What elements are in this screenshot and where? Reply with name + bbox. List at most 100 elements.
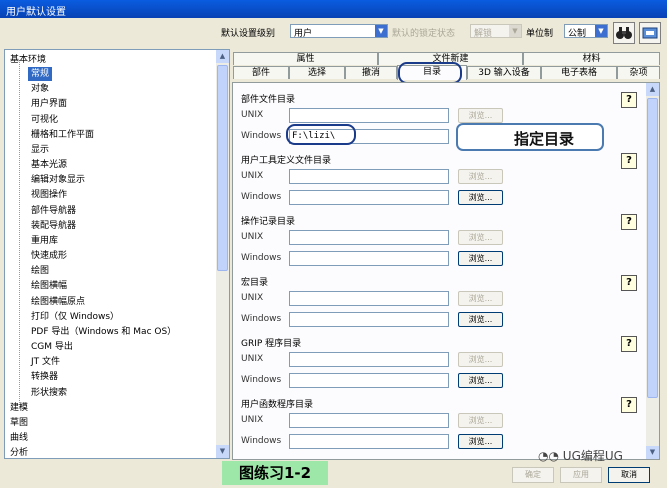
browse-button[interactable]: 浏览... bbox=[458, 190, 503, 205]
windows-path-field[interactable] bbox=[289, 373, 449, 388]
scroll-down-icon[interactable]: ▼ bbox=[646, 446, 659, 459]
settings-icon bbox=[642, 27, 658, 39]
help-icon[interactable]: ? bbox=[621, 275, 637, 291]
help-icon[interactable]: ? bbox=[621, 153, 637, 169]
tree-item[interactable]: 常规 bbox=[28, 67, 53, 81]
tree-item[interactable]: 重用库 bbox=[31, 234, 58, 248]
windows-path-field[interactable] bbox=[289, 251, 449, 266]
tree-item[interactable]: 快速成形 bbox=[31, 249, 67, 263]
windows-path-field[interactable] bbox=[289, 312, 449, 327]
tree-item[interactable]: 用户界面 bbox=[31, 97, 67, 111]
tree-item[interactable]: CGM 导出 bbox=[31, 340, 73, 354]
chat-icon: ◔◔ bbox=[538, 449, 559, 463]
tab-spreadsheet[interactable]: 电子表格 bbox=[541, 66, 617, 79]
window-title: 用户默认设置 bbox=[6, 7, 66, 18]
binoculars-icon bbox=[616, 27, 632, 39]
windows-path-field[interactable] bbox=[289, 434, 449, 449]
apply-button: 应用 bbox=[560, 467, 602, 483]
tree-item[interactable]: 形状搜索 bbox=[31, 386, 67, 400]
scroll-down-icon[interactable]: ▼ bbox=[216, 445, 229, 458]
browse-button[interactable]: 浏览... bbox=[458, 312, 503, 327]
unit-select[interactable]: 公制 ▼ bbox=[564, 24, 608, 39]
tree-item[interactable]: 栅格和工作平面 bbox=[31, 128, 94, 142]
tab-highlight-annotation bbox=[398, 62, 462, 84]
find-button[interactable] bbox=[613, 22, 635, 44]
browse-button: 浏览... bbox=[458, 352, 503, 367]
specify-directory-callout: 指定目录 bbox=[456, 123, 604, 151]
browse-button[interactable]: 浏览... bbox=[458, 251, 503, 266]
section-title: 操作记录目录 bbox=[241, 217, 296, 227]
scroll-thumb[interactable] bbox=[647, 98, 658, 398]
options-button[interactable] bbox=[639, 22, 661, 44]
tree-item[interactable]: 转换器 bbox=[31, 370, 58, 384]
lock-state-label: 默认的锁定状态 bbox=[392, 29, 456, 39]
unix-path-field[interactable] bbox=[289, 108, 449, 123]
unix-label: UNIX bbox=[241, 232, 264, 242]
tree-item[interactable]: 绘图 bbox=[31, 264, 49, 278]
windows-label: Windows bbox=[241, 192, 282, 202]
chevron-down-icon: ▼ bbox=[595, 25, 607, 37]
tree-item[interactable]: 绘图横幅原点 bbox=[31, 295, 85, 309]
tree-item[interactable]: 基本光源 bbox=[31, 158, 67, 172]
browse-button: 浏览... bbox=[458, 108, 503, 123]
browse-button[interactable]: 浏览... bbox=[458, 373, 503, 388]
browse-button: 浏览... bbox=[458, 169, 503, 184]
tree-item[interactable]: 编辑对象显示 bbox=[31, 173, 85, 187]
tree-item[interactable]: 可视化 bbox=[31, 113, 58, 127]
tree-item[interactable]: 绘图横幅 bbox=[31, 279, 67, 293]
tree-item[interactable]: 草图 bbox=[10, 416, 28, 430]
section-title: GRIP 程序目录 bbox=[241, 339, 302, 349]
browse-button: 浏览... bbox=[458, 413, 503, 428]
windows-path-field[interactable] bbox=[289, 190, 449, 205]
unix-path-field[interactable] bbox=[289, 352, 449, 367]
tree-item[interactable]: JT 文件 bbox=[31, 355, 60, 369]
default-level-select[interactable]: 用户 ▼ bbox=[290, 24, 388, 39]
tab-selection[interactable]: 选择 bbox=[289, 66, 345, 79]
tree-item[interactable]: 曲线 bbox=[10, 431, 28, 445]
tree-item-root[interactable]: 基本环境 bbox=[10, 53, 46, 67]
help-icon[interactable]: ? bbox=[621, 336, 637, 352]
unix-label: UNIX bbox=[241, 354, 264, 364]
tab-part[interactable]: 部件 bbox=[233, 66, 289, 79]
title-bar: 用户默认设置 bbox=[0, 0, 667, 18]
tab-misc[interactable]: 杂项 bbox=[617, 66, 660, 79]
lock-state-select: 解锁 ▼ bbox=[470, 24, 522, 39]
scroll-up-icon[interactable]: ▲ bbox=[646, 83, 659, 96]
unix-label: UNIX bbox=[241, 293, 264, 303]
scroll-thumb[interactable] bbox=[217, 65, 228, 271]
scroll-up-icon[interactable]: ▲ bbox=[216, 50, 229, 63]
field-highlight-annotation bbox=[286, 124, 356, 145]
help-icon[interactable]: ? bbox=[621, 214, 637, 230]
tree-item[interactable]: PDF 导出（Windows 和 Mac OS） bbox=[31, 325, 176, 339]
tree-item[interactable]: 显示 bbox=[31, 143, 49, 157]
tree-item[interactable]: 部件导航器 bbox=[31, 204, 76, 218]
tree-item[interactable]: 装配导航器 bbox=[31, 219, 76, 233]
tree-item[interactable]: 分析 bbox=[10, 446, 28, 458]
unix-path-field[interactable] bbox=[289, 169, 449, 184]
section-title: 用户函数程序目录 bbox=[241, 400, 314, 410]
tab-3d-input[interactable]: 3D 输入设备 bbox=[467, 66, 541, 79]
panel-scrollbar[interactable]: ▲ ▼ bbox=[646, 83, 659, 459]
unix-path-field[interactable] bbox=[289, 413, 449, 428]
help-icon[interactable]: ? bbox=[621, 92, 637, 108]
help-icon[interactable]: ? bbox=[621, 397, 637, 413]
unix-label: UNIX bbox=[241, 171, 264, 181]
browse-button[interactable]: 浏览... bbox=[458, 434, 503, 449]
unix-path-field[interactable] bbox=[289, 291, 449, 306]
section-title: 部件文件目录 bbox=[241, 95, 296, 105]
unix-path-field[interactable] bbox=[289, 230, 449, 245]
tab-attributes[interactable]: 属性 bbox=[233, 52, 378, 65]
unix-label: UNIX bbox=[241, 110, 264, 120]
browse-button: 浏览... bbox=[458, 230, 503, 245]
tab-materials[interactable]: 材料 bbox=[523, 52, 660, 65]
tree-scrollbar[interactable]: ▲ ▼ bbox=[216, 50, 229, 458]
watermark: ◔◔ UG编程UG bbox=[538, 449, 623, 463]
cancel-button[interactable]: 取消 bbox=[608, 467, 650, 483]
tree-item[interactable]: 对象 bbox=[31, 82, 49, 96]
tree-item[interactable]: 打印（仅 Windows） bbox=[31, 310, 119, 324]
tree-item[interactable]: 视图操作 bbox=[31, 188, 67, 202]
tree-item[interactable]: 建模 bbox=[10, 401, 28, 415]
tab-undo[interactable]: 撤消 bbox=[345, 66, 397, 79]
windows-label: Windows bbox=[241, 375, 282, 385]
windows-label: Windows bbox=[241, 253, 282, 263]
